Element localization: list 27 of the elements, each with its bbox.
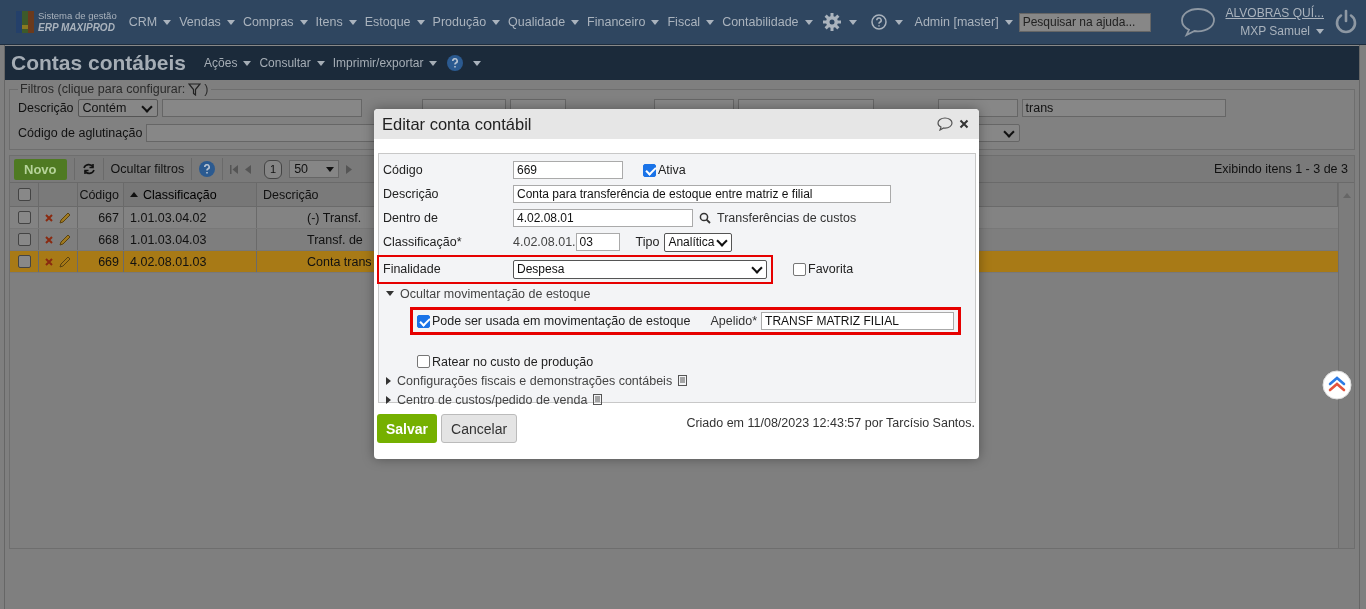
field-label: Apelido* xyxy=(710,314,758,328)
filters-legend-end: ) xyxy=(204,82,209,96)
filter-label: Descrição xyxy=(18,101,74,115)
field-label: Classificação* xyxy=(383,235,463,249)
table-cell: 669 xyxy=(78,251,124,272)
parent-account-name: Transferências de custos xyxy=(717,211,857,225)
created-info: Criado em 11/08/2023 12:43:57 por Tarcísio Santos. xyxy=(686,416,975,430)
filter-label: Código de aglutinação xyxy=(18,126,143,140)
table-cell: 4.02.08.01.03 xyxy=(124,251,257,272)
field-label: Finalidade xyxy=(383,262,442,276)
table-cell: 1.01.03.04.03 xyxy=(124,229,257,250)
field-label: Código xyxy=(383,163,424,177)
field-label: Tipo xyxy=(635,235,660,249)
table-cell-text: (-) Transf. xyxy=(307,209,362,227)
brand-subtitle: Sistema de gestão xyxy=(38,10,117,22)
classification-prefix: 4.02.08.01. xyxy=(513,235,576,249)
field-label: Dentro de xyxy=(383,211,439,225)
table-cell: 667 xyxy=(78,207,124,228)
table-cell: 1.01.03.04.02 xyxy=(124,207,257,228)
page-title: Contas contábeis xyxy=(11,51,187,75)
dialog-title: Editar conta contábil xyxy=(382,114,532,134)
brand-name: ERP MAXIPROD xyxy=(38,22,116,34)
table-cell-text: Transf. de xyxy=(307,231,363,249)
pagination-summary: Exibindo itens 1 - 3 de 3 xyxy=(1213,162,1348,176)
field-label: Descrição xyxy=(383,187,440,201)
table-cell-text: Conta trans xyxy=(307,253,372,271)
table-cell: 668 xyxy=(78,229,124,250)
